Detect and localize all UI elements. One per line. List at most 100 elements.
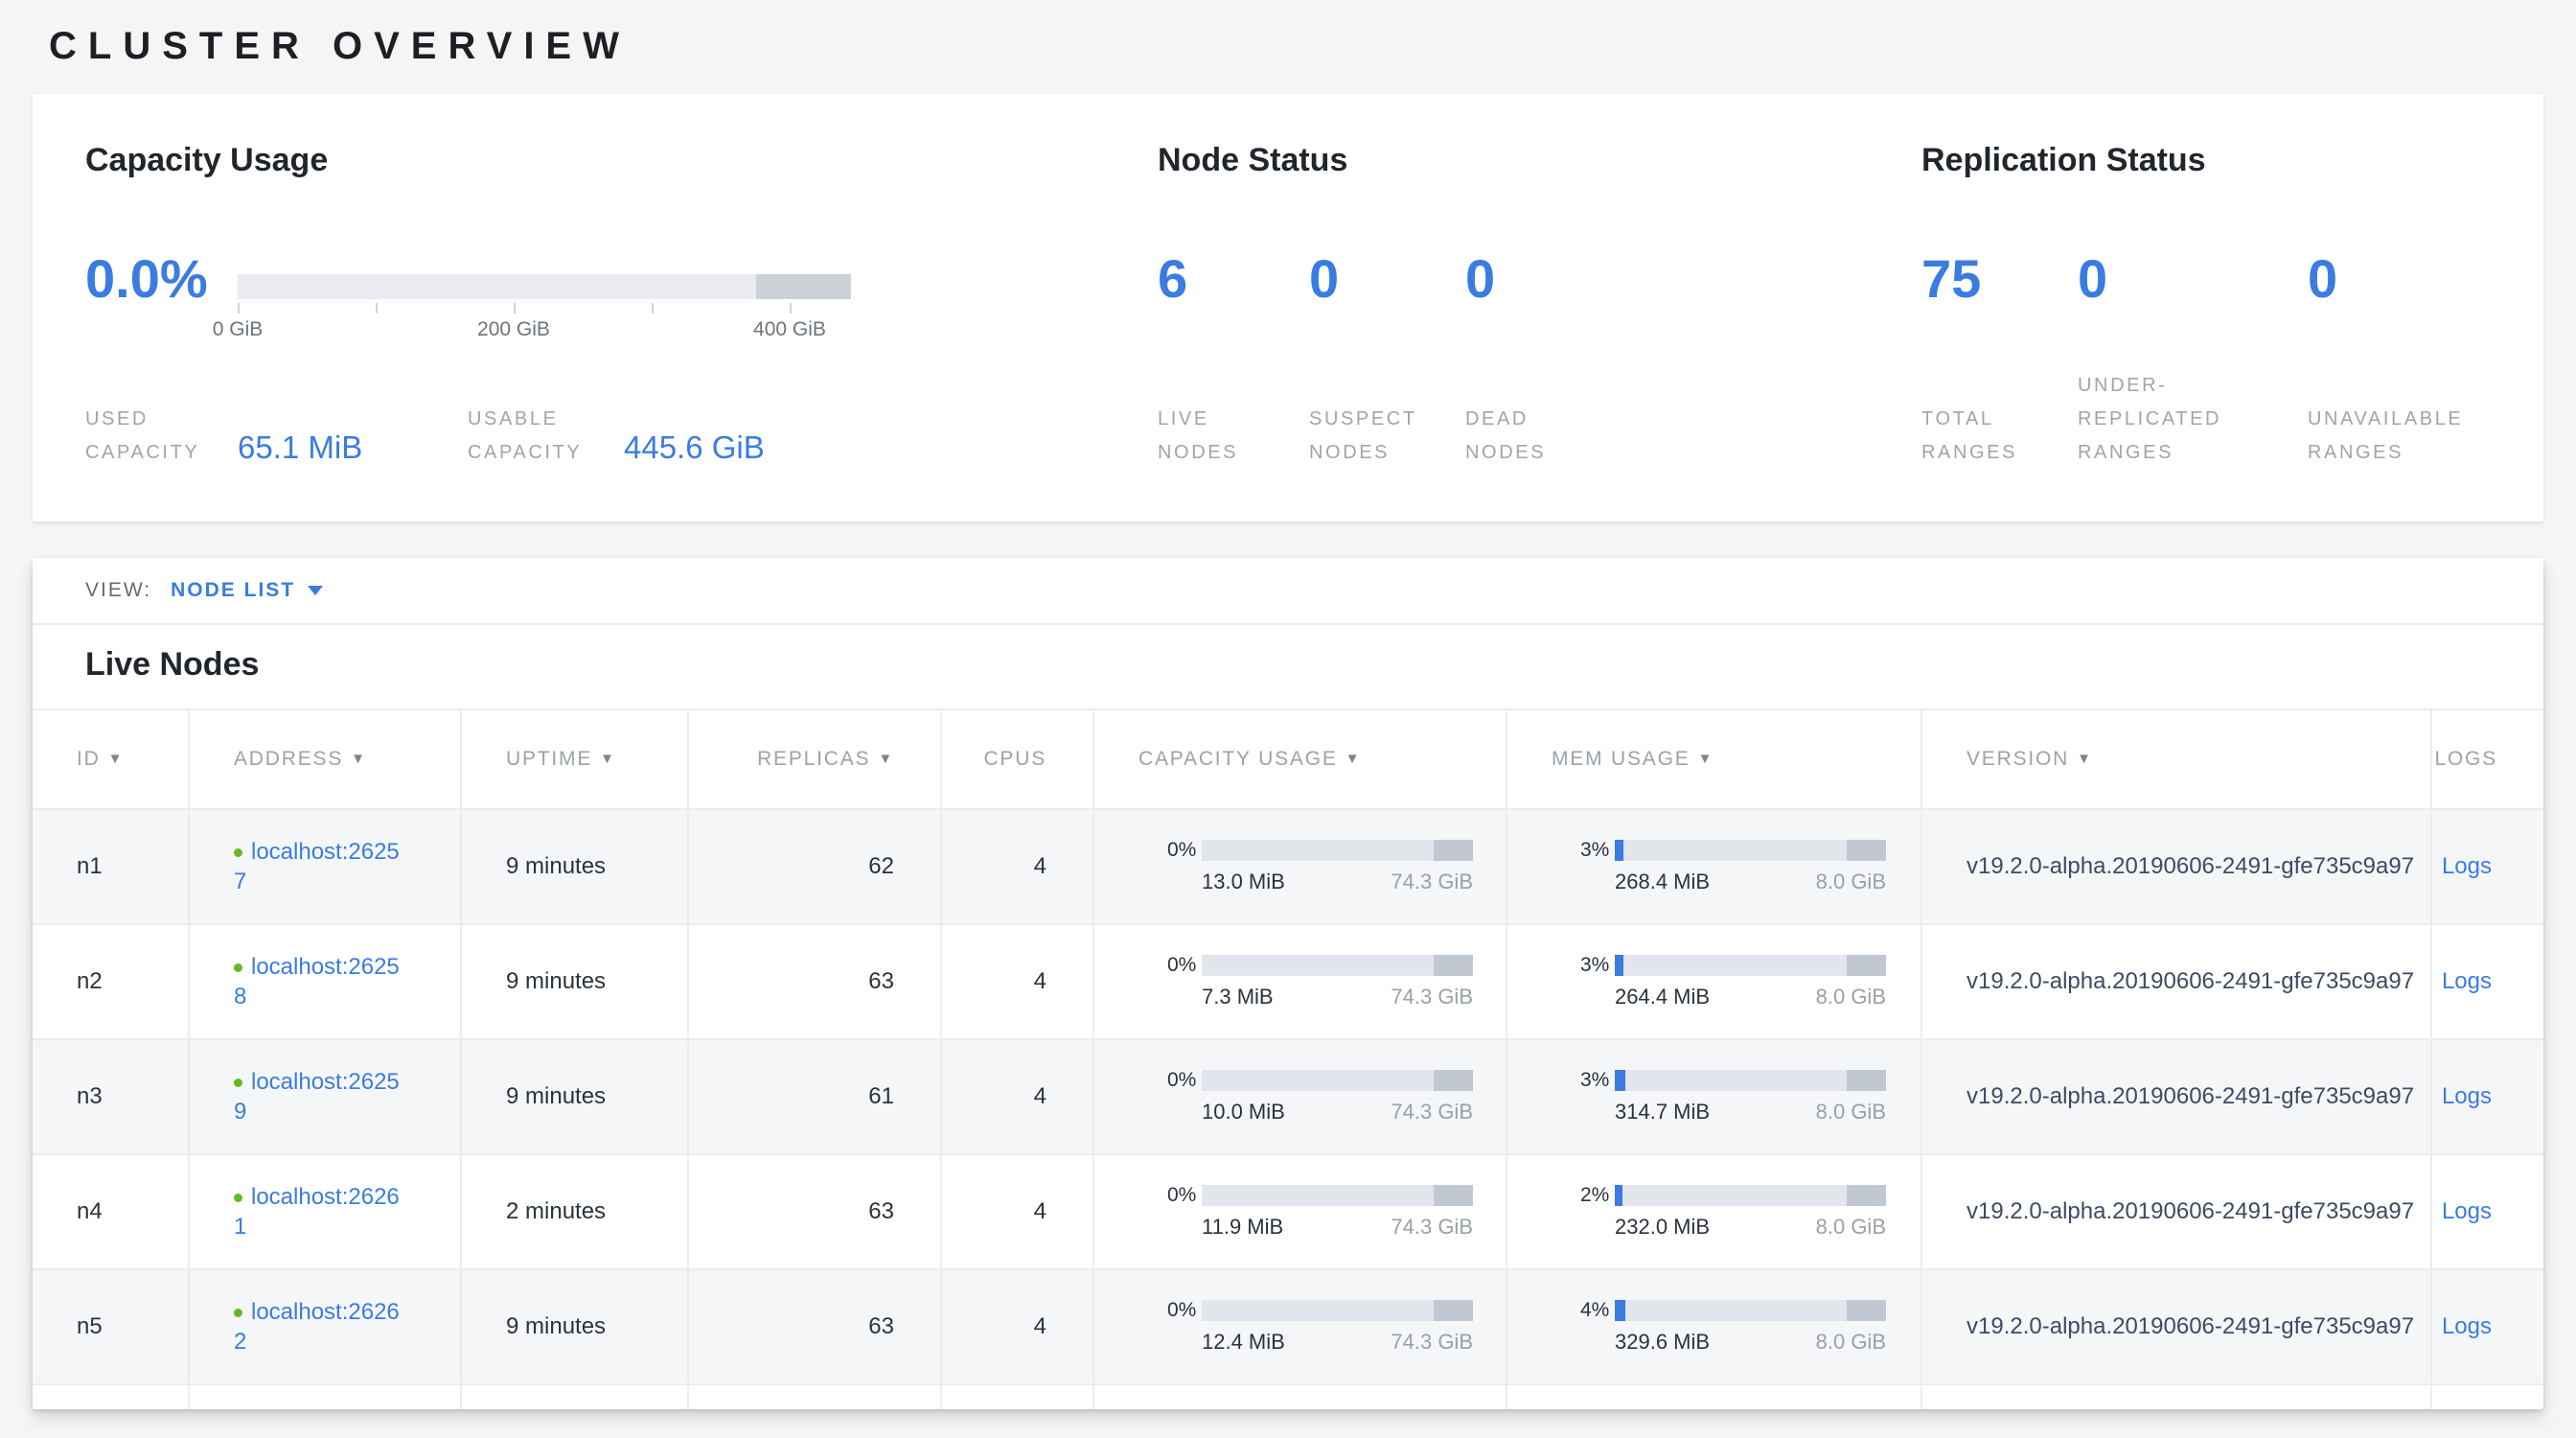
- stat-unavailable-ranges: 0 UNAVAILABLE RANGES: [2308, 249, 2543, 470]
- mem-usage-bar: [1615, 840, 1886, 861]
- capacity-total-value: 74.3 GiB: [1391, 870, 1473, 894]
- node-cpus-cell: 4: [941, 1269, 1093, 1384]
- table-row: n3 localhost:26259 9 minutes 61 4 0% 10.…: [33, 1039, 2543, 1154]
- capacity-axis: [238, 303, 851, 314]
- node-address-link[interactable]: localhost:26259: [234, 1069, 400, 1125]
- node-address-cell: localhost:26258: [189, 924, 461, 1039]
- node-live-dot-icon: [234, 963, 242, 972]
- node-capacity-cell: 0% 10.0 MiB 74.3 GiB: [1093, 1039, 1506, 1154]
- replication-status-stats: 75 TOTAL RANGES 0 UNDER-REPLICATED RANGE…: [1921, 249, 2543, 470]
- capacity-bar-reserved-segment: [1434, 1070, 1473, 1091]
- column-header-version[interactable]: VERSION▼: [1921, 709, 2431, 809]
- column-header-id[interactable]: ID▼: [33, 709, 189, 809]
- table-row-partial: [33, 1384, 2543, 1409]
- table-row: n4 localhost:26261 2 minutes 63 4 0% 11.…: [33, 1154, 2543, 1269]
- stat-dead-nodes: 0 DEAD NODES: [1465, 249, 1657, 470]
- mem-usage-bar: [1615, 1070, 1886, 1091]
- capacity-usage-bar: [1202, 1300, 1473, 1321]
- logs-link[interactable]: Logs: [2442, 968, 2492, 994]
- capacity-usage-bar: [1202, 1070, 1473, 1091]
- mem-total-value: 8.0 GiB: [1816, 1100, 1886, 1125]
- capacity-bar-reserved-segment: [1434, 1300, 1473, 1321]
- usable-capacity-label: USABLE CAPACITY: [468, 403, 611, 470]
- view-selector-dropdown[interactable]: NODE LIST: [171, 579, 323, 602]
- capacity-total-value: 74.3 GiB: [1391, 1215, 1473, 1240]
- table-row: n1 localhost:26257 9 minutes 62 4 0% 13.…: [33, 809, 2543, 924]
- node-address-link[interactable]: localhost:26261: [234, 1184, 400, 1240]
- column-header-logs: LOGS: [2431, 709, 2543, 809]
- sort-icon: ▼: [351, 751, 367, 767]
- node-id-cell: n2: [33, 924, 189, 1039]
- column-header-address[interactable]: ADDRESS▼: [189, 709, 461, 809]
- mem-bar-fill: [1615, 955, 1623, 976]
- view-bar: VIEW: NODE LIST: [33, 558, 2543, 625]
- mem-used-value: 268.4 MiB: [1615, 870, 1710, 894]
- node-version-text: v19.2.0-alpha.20190606-2491-gfe735c9a97: [1966, 965, 2419, 998]
- mem-bar-fill: [1615, 1070, 1625, 1091]
- node-mem-cell: 2% 232.0 MiB 8.0 GiB: [1506, 1154, 1921, 1269]
- view-selected-value: NODE LIST: [171, 579, 295, 602]
- column-header-replicas[interactable]: REPLICAS▼: [688, 709, 941, 809]
- node-uptime-cell: 9 minutes: [461, 809, 688, 924]
- node-version-cell: v19.2.0-alpha.20190606-2491-gfe735c9a97: [1921, 1269, 2431, 1384]
- mem-used-value: 232.0 MiB: [1615, 1215, 1710, 1240]
- capacity-used-percent: 0.0%: [85, 247, 208, 310]
- node-cpus-cell: 4: [941, 809, 1093, 924]
- node-uptime-cell: 9 minutes: [461, 924, 688, 1039]
- node-status-stats: 6 LIVE NODES 0 SUSPECT NODES 0 DEAD NODE…: [1158, 249, 1657, 470]
- node-live-dot-icon: [234, 848, 242, 857]
- mem-used-value: 329.6 MiB: [1615, 1330, 1710, 1355]
- column-header-capacity-usage[interactable]: CAPACITY USAGE▼: [1093, 709, 1506, 809]
- mem-percent: 2%: [1580, 1184, 1615, 1207]
- mem-percent: 3%: [1580, 954, 1615, 977]
- node-address-link[interactable]: localhost:26262: [234, 1299, 400, 1355]
- node-address-link[interactable]: localhost:26257: [234, 839, 400, 894]
- logs-link[interactable]: Logs: [2442, 1083, 2492, 1109]
- node-uptime-cell: 9 minutes: [461, 1269, 688, 1384]
- node-logs-cell: Logs: [2431, 1154, 2543, 1269]
- column-header-mem-usage[interactable]: MEM USAGE▼: [1506, 709, 1921, 809]
- node-capacity-cell: 0% 12.4 MiB 74.3 GiB: [1093, 1269, 1506, 1384]
- mem-total-value: 8.0 GiB: [1816, 1215, 1886, 1240]
- node-version-text: v19.2.0-alpha.20190606-2491-gfe735c9a97: [1966, 1080, 2419, 1113]
- capacity-total-value: 74.3 GiB: [1391, 985, 1473, 1009]
- sort-icon: ▼: [878, 751, 894, 767]
- node-address-cell: localhost:26259: [189, 1039, 461, 1154]
- sort-icon: ▼: [1346, 751, 1362, 767]
- stat-under-replicated-ranges: 0 UNDER-REPLICATED RANGES: [2078, 249, 2308, 470]
- node-version-cell: v19.2.0-alpha.20190606-2491-gfe735c9a97: [1921, 809, 2431, 924]
- live-nodes-table: ID▼ ADDRESS▼ UPTIME▼ REPLICAS▼ CPUS CAPA…: [33, 708, 2543, 1409]
- node-cpus-cell: 4: [941, 1039, 1093, 1154]
- node-version-text: v19.2.0-alpha.20190606-2491-gfe735c9a97: [1966, 1310, 2419, 1343]
- mem-used-value: 264.4 MiB: [1615, 985, 1710, 1009]
- stat-suspect-nodes: 0 SUSPECT NODES: [1309, 249, 1465, 470]
- mem-percent: 3%: [1580, 839, 1615, 862]
- axis-tick: [652, 303, 654, 313]
- node-address-cell: localhost:26262: [189, 1269, 461, 1384]
- node-replicas-cell: 63: [688, 1154, 941, 1269]
- node-id-cell: n4: [33, 1154, 189, 1269]
- nodes-card: VIEW: NODE LIST Live Nodes ID▼ ADDRESS▼ …: [33, 558, 2543, 1409]
- capacity-total-value: 74.3 GiB: [1391, 1100, 1473, 1125]
- logs-link[interactable]: Logs: [2442, 853, 2492, 879]
- node-capacity-cell: 0% 13.0 MiB 74.3 GiB: [1093, 809, 1506, 924]
- capacity-usage-bar: [1202, 955, 1473, 976]
- capacity-used-value: 13.0 MiB: [1202, 870, 1285, 894]
- node-live-dot-icon: [234, 1078, 242, 1087]
- node-id-cell: n3: [33, 1039, 189, 1154]
- capacity-bar-reserved-segment: [756, 274, 851, 299]
- mem-bar-reserved-segment: [1847, 1070, 1886, 1091]
- node-version-cell: v19.2.0-alpha.20190606-2491-gfe735c9a97: [1921, 1154, 2431, 1269]
- logs-link[interactable]: Logs: [2442, 1313, 2492, 1339]
- capacity-percent: 0%: [1167, 954, 1202, 977]
- logs-link[interactable]: Logs: [2442, 1198, 2492, 1224]
- mem-bar-fill: [1615, 840, 1623, 861]
- page-header: CLUSTER OVERVIEW: [0, 0, 2576, 68]
- node-address-link[interactable]: localhost:26258: [234, 954, 400, 1009]
- node-mem-cell: 3% 268.4 MiB 8.0 GiB: [1506, 809, 1921, 924]
- used-capacity-value: 65.1 MiB: [238, 429, 362, 466]
- capacity-usage-bar: [1202, 840, 1473, 861]
- node-logs-cell: Logs: [2431, 809, 2543, 924]
- column-header-uptime[interactable]: UPTIME▼: [461, 709, 688, 809]
- node-replicas-cell: 63: [688, 1269, 941, 1384]
